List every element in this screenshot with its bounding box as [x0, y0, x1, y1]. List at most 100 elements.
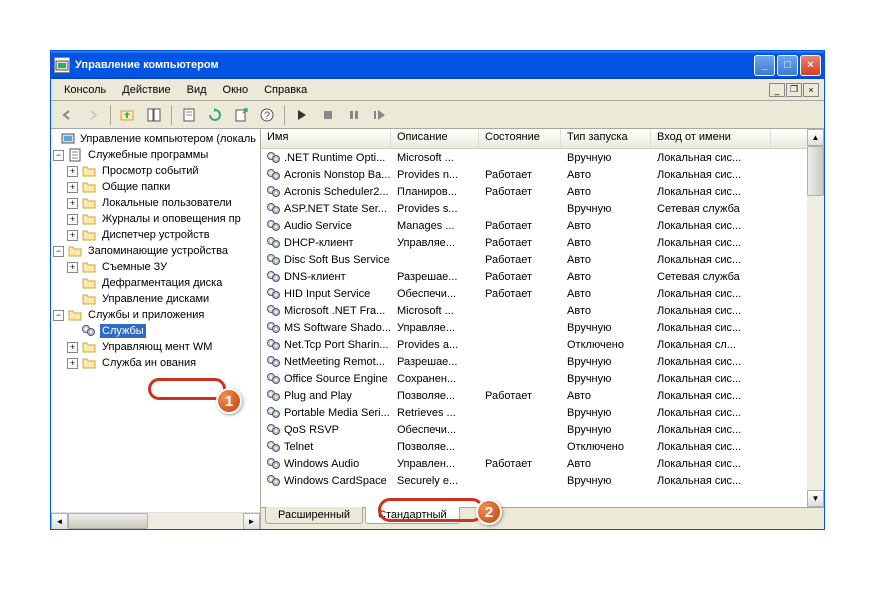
service-row[interactable]: Acronis Nonstop Ba...Provides n...Работа… — [261, 166, 807, 183]
scroll-left-button[interactable]: ◄ — [51, 513, 68, 529]
gear-icon — [267, 202, 281, 216]
menu-view[interactable]: Вид — [179, 82, 215, 98]
service-name: DNS-клиент — [284, 271, 346, 283]
service-row[interactable]: .NET Runtime Opti...Microsoft ...Вручную… — [261, 149, 807, 166]
hscroll-thumb[interactable] — [68, 513, 148, 529]
scroll-down-button[interactable]: ▼ — [807, 490, 824, 507]
tree-toggle-icon[interactable]: + — [67, 262, 78, 273]
vscroll-thumb[interactable] — [807, 146, 824, 196]
tree-toggle-icon[interactable]: − — [53, 310, 64, 321]
menu-window[interactable]: Окно — [215, 82, 257, 98]
tree-root[interactable]: Управление компьютером (локаль — [53, 131, 258, 147]
tree-toggle-icon[interactable]: + — [67, 358, 78, 369]
tree-toggle-icon[interactable]: − — [53, 150, 64, 161]
services-list[interactable]: .NET Runtime Opti...Microsoft ...Вручную… — [261, 149, 807, 489]
service-row[interactable]: Disc Soft Bus ServiceРаботаетАвтоЛокальн… — [261, 251, 807, 268]
help-button[interactable]: ? — [256, 104, 278, 126]
stop-service-button[interactable] — [317, 104, 339, 126]
column-description[interactable]: Описание — [391, 129, 479, 148]
tree-storage-item[interactable]: Дефрагментация диска — [53, 275, 258, 291]
service-row[interactable]: DHCP-клиентУправляе...РаботаетАвтоЛокаль… — [261, 234, 807, 251]
service-row[interactable]: Windows CardSpaceSecurely e...ВручнуюЛок… — [261, 472, 807, 489]
service-row[interactable]: Windows AudioУправлен...РаботаетАвтоЛока… — [261, 455, 807, 472]
start-service-button[interactable] — [291, 104, 313, 126]
service-row[interactable]: DNS-клиентРазрешае...РаботаетАвтоСетевая… — [261, 268, 807, 285]
tree-util-item[interactable]: +Общие папки — [53, 179, 258, 195]
mdi-minimize-button[interactable]: _ — [769, 83, 785, 97]
tree-node-icon — [81, 275, 97, 291]
tree-hscrollbar[interactable]: ◄ ► — [51, 512, 260, 529]
service-logon: Локальная сис... — [651, 186, 771, 198]
tree-indexing[interactable]: +Служба ин ования — [53, 355, 258, 371]
service-logon: Локальная сис... — [651, 424, 771, 436]
column-state[interactable]: Состояние — [479, 129, 561, 148]
mdi-close-button[interactable]: × — [803, 83, 819, 97]
tree-toggle-icon[interactable]: + — [67, 214, 78, 225]
service-row[interactable]: Net.Tcp Port Sharin...Provides a...Отклю… — [261, 336, 807, 353]
service-row[interactable]: QoS RSVPОбеспечи...ВручнуюЛокальная сис.… — [261, 421, 807, 438]
tree-services[interactable]: Службы — [53, 323, 258, 339]
tree-wmi[interactable]: +Управляющ мент WM — [53, 339, 258, 355]
service-row[interactable]: Portable Media Seri...Retrieves ...Вручн… — [261, 404, 807, 421]
tab-extended[interactable]: Расширенный — [265, 507, 363, 524]
service-row[interactable]: Acronis Scheduler2...Планиров...Работает… — [261, 183, 807, 200]
tree-util-item[interactable]: + Журналы и оповещения пр — [53, 211, 258, 227]
service-row[interactable]: TelnetПозволяе...ОтключеноЛокальная сис.… — [261, 438, 807, 455]
tree-util-item[interactable]: +Локальные пользователи — [53, 195, 258, 211]
tree-util-item[interactable]: + Просмотр событий — [53, 163, 258, 179]
forward-button[interactable] — [82, 104, 104, 126]
menu-action[interactable]: Действие — [114, 82, 178, 98]
tree-toggle-icon[interactable]: − — [53, 246, 64, 257]
service-startup: Авто — [561, 220, 651, 232]
tree-storage[interactable]: −Запоминающие устройства — [53, 243, 258, 259]
tree-toggle-icon[interactable]: + — [67, 182, 78, 193]
tree-view[interactable]: Управление компьютером (локаль−Служебные… — [51, 129, 260, 512]
tree-node-icon — [81, 211, 97, 227]
menu-help[interactable]: Справка — [256, 82, 315, 98]
tree-toggle-icon[interactable]: + — [67, 342, 78, 353]
tree-storage-item[interactable]: +Съемные ЗУ — [53, 259, 258, 275]
service-startup: Вручную — [561, 424, 651, 436]
tab-standard[interactable]: Стандартный — [365, 507, 460, 524]
tree-util-item[interactable]: +Диспетчер устройств — [53, 227, 258, 243]
list-vscrollbar[interactable]: ▲ ▼ — [807, 129, 824, 507]
service-logon: Локальная сис... — [651, 475, 771, 487]
titlebar[interactable]: Управление компьютером _ □ × — [51, 51, 824, 79]
tree-node-label: Журналы и оповещения пр — [100, 212, 243, 226]
column-startup[interactable]: Тип запуска — [561, 129, 651, 148]
service-row[interactable]: HID Input ServiceОбеспечи...РаботаетАвто… — [261, 285, 807, 302]
tree-toggle-icon[interactable]: + — [67, 198, 78, 209]
tree-utilities[interactable]: −Служебные программы — [53, 147, 258, 163]
service-startup: Авто — [561, 237, 651, 249]
service-row[interactable]: NetMeeting Remot...Разрешае...ВручнуюЛок… — [261, 353, 807, 370]
pause-service-button[interactable] — [343, 104, 365, 126]
column-logon[interactable]: Вход от имени — [651, 129, 771, 148]
menu-console[interactable]: Консоль — [56, 82, 114, 98]
column-name[interactable]: Имя — [261, 129, 391, 148]
refresh-button[interactable] — [204, 104, 226, 126]
minimize-button[interactable]: _ — [754, 55, 775, 76]
mdi-restore-button[interactable]: ❐ — [786, 83, 802, 97]
close-button[interactable]: × — [800, 55, 821, 76]
back-button[interactable] — [56, 104, 78, 126]
properties-button[interactable] — [178, 104, 200, 126]
tree-storage-item[interactable]: Управление дисками — [53, 291, 258, 307]
tree-toggle-icon[interactable]: + — [67, 166, 78, 177]
scroll-right-button[interactable]: ► — [243, 513, 260, 529]
up-button[interactable] — [117, 104, 139, 126]
service-row[interactable]: ASP.NET State Ser...Provides s...Вручную… — [261, 200, 807, 217]
scroll-up-button[interactable]: ▲ — [807, 129, 824, 146]
export-button[interactable] — [230, 104, 252, 126]
tree-toggle-icon[interactable]: + — [67, 230, 78, 241]
service-row[interactable]: Plug and PlayПозволяе...РаботаетАвтоЛока… — [261, 387, 807, 404]
service-logon: Локальная сис... — [651, 322, 771, 334]
restart-service-button[interactable] — [369, 104, 391, 126]
maximize-button[interactable]: □ — [777, 55, 798, 76]
show-hide-tree-button[interactable] — [143, 104, 165, 126]
service-row[interactable]: MS Software Shado...Управляе...ВручнуюЛо… — [261, 319, 807, 336]
service-row[interactable]: Audio ServiceManages ...РаботаетАвтоЛока… — [261, 217, 807, 234]
service-row[interactable]: Microsoft .NET Fra...Microsoft ...АвтоЛо… — [261, 302, 807, 319]
tree-services-apps[interactable]: −Службы и приложения — [53, 307, 258, 323]
tree-node-label: Просмотр событий — [100, 164, 201, 178]
service-row[interactable]: Office Source EngineСохранен...ВручнуюЛо… — [261, 370, 807, 387]
